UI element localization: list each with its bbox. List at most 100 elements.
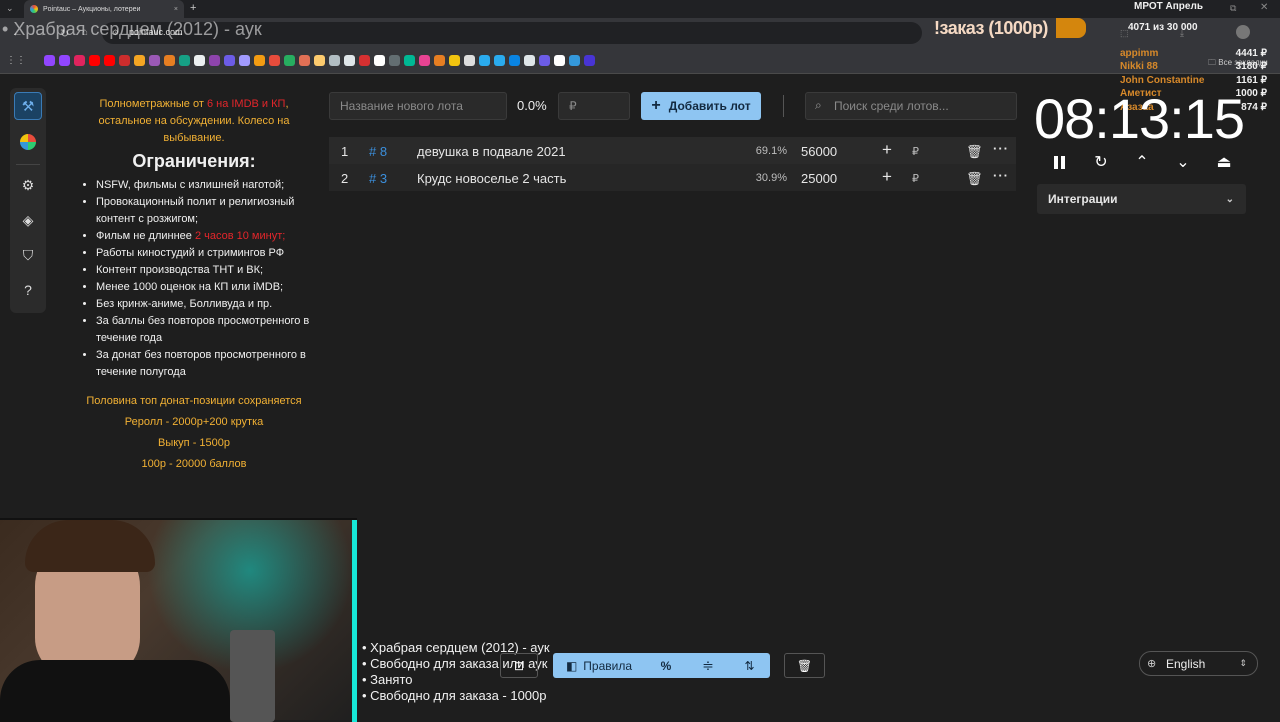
- restriction-item: За баллы без повторов просмотренного в т…: [96, 313, 310, 347]
- overlay-stream-title: • Храбрая сердцем (2012) - аук: [2, 19, 262, 39]
- rules-intro-prefix: Полнометражные от: [99, 98, 207, 110]
- restriction-text: За баллы без повторов просмотренного в т…: [96, 315, 310, 344]
- import-icon[interactable]: ⊡: [500, 653, 538, 678]
- lot-row[interactable]: 1 # 8 девушка в подвале 2021 69.1% 56000…: [329, 137, 1016, 164]
- donor-amount: 4441 ₽: [1235, 48, 1267, 59]
- rules-footer-line: 100р - 20000 баллов: [141, 458, 247, 470]
- add-lot-button[interactable]: + Добавить лот: [641, 92, 761, 120]
- bookmark-icon-12[interactable]: [314, 55, 325, 66]
- restriction-item: Контент производства ТНТ и ВК;: [96, 262, 310, 279]
- sidebar-divider: [16, 164, 40, 165]
- bookmark-b-icon[interactable]: [149, 55, 160, 66]
- bookmark-icon-17[interactable]: [389, 55, 400, 66]
- mail-bookmark-icon[interactable]: [134, 55, 145, 66]
- bookmark-icon-21[interactable]: [449, 55, 460, 66]
- bookmark-icon-6[interactable]: [224, 55, 235, 66]
- pause-icon[interactable]: [1047, 150, 1071, 174]
- double-time-icon[interactable]: ⏏: [1212, 150, 1236, 174]
- tab-title: Pointauc – Аукционы, лотереи: [43, 5, 141, 13]
- lot-percent: 30.9%: [755, 172, 787, 184]
- bookmark-icon-19[interactable]: [419, 55, 430, 66]
- more-options-icon[interactable]: ···: [993, 168, 1009, 183]
- reset-timer-icon[interactable]: ↻: [1089, 150, 1113, 174]
- toolbar-divider: [783, 95, 784, 117]
- new-tab-icon[interactable]: +: [190, 2, 196, 14]
- wheel-icon[interactable]: [14, 128, 42, 156]
- lot-amount[interactable]: 25000: [801, 171, 837, 186]
- restriction-text: За донат без повторов просмотренного в т…: [96, 349, 306, 378]
- restriction-highlight: 2 часов 10 минут;: [194, 230, 286, 242]
- bookmark-m-icon[interactable]: [164, 55, 175, 66]
- delete-lot-icon[interactable]: 🗑: [966, 144, 983, 160]
- new-lot-name-input[interactable]: Название нового лота: [329, 92, 507, 120]
- bookmark-icon-14[interactable]: [344, 55, 355, 66]
- bookmark-p-icon[interactable]: [554, 55, 565, 66]
- order-command-label: !заказ (1000р): [934, 18, 1048, 38]
- bookmark-icon-2[interactable]: [119, 55, 130, 66]
- decrease-time-icon[interactable]: ⌄: [1171, 150, 1195, 174]
- sort-icon[interactable]: ⇅: [729, 653, 770, 678]
- bookmark-icon-25[interactable]: [569, 55, 580, 66]
- delete-lot-icon[interactable]: 🗑: [966, 171, 983, 187]
- telegram-bookmark-icon[interactable]: [479, 55, 490, 66]
- window-close-icon[interactable]: ✕: [1260, 2, 1268, 13]
- tab-list-icon[interactable]: ⌄: [6, 3, 14, 14]
- bookmark-icon-20[interactable]: [434, 55, 445, 66]
- rules-button[interactable]: ◧ Правила: [553, 653, 645, 678]
- rules-heading: Ограничения:: [132, 151, 256, 171]
- bookmark-icon-4[interactable]: [194, 55, 205, 66]
- telegram-bookmark-icon-2[interactable]: [494, 55, 505, 66]
- bookmark-icon-9[interactable]: [269, 55, 280, 66]
- bookmark-icon-7[interactable]: [239, 55, 250, 66]
- bookmark-icon-5[interactable]: [209, 55, 220, 66]
- settings-gear-icon[interactable]: ⚙: [14, 171, 42, 199]
- bookmark-icon-18[interactable]: [404, 55, 415, 66]
- percent-toggle-button[interactable]: %: [645, 653, 687, 678]
- increase-time-icon[interactable]: ⌃: [1130, 150, 1154, 174]
- layers-icon[interactable]: ◈: [14, 206, 42, 234]
- clear-all-icon[interactable]: 🗑: [784, 653, 825, 678]
- restriction-item: Провокационный полит и религиозный конте…: [96, 194, 310, 228]
- bookmark-icon[interactable]: [74, 55, 85, 66]
- search-placeholder: Поиск среди лотов...: [834, 99, 949, 113]
- auction-hammer-icon[interactable]: ⚒: [14, 92, 42, 120]
- split-icon[interactable]: ≑: [687, 653, 729, 678]
- more-options-icon[interactable]: ···: [993, 141, 1009, 156]
- integrations-accordion[interactable]: Интеграции ⌄: [1037, 184, 1246, 214]
- browser-tab-active[interactable]: Pointauc – Аукционы, лотереи ×: [24, 0, 184, 18]
- bookmark-icon-11[interactable]: [299, 55, 310, 66]
- bookmark-icon-16[interactable]: [374, 55, 385, 66]
- rules-label: Правила: [583, 658, 633, 673]
- shield-icon[interactable]: ⛉: [14, 241, 42, 269]
- profile-avatar[interactable]: [1236, 25, 1250, 39]
- add-amount-icon[interactable]: +: [882, 140, 892, 160]
- bookmark-icon-8[interactable]: [254, 55, 265, 66]
- restriction-item: За донат без повторов просмотренного в т…: [96, 347, 310, 381]
- youtube-bookmark-icon-2[interactable]: [104, 55, 115, 66]
- lot-row[interactable]: 2 # 3 Крудс новоселье 2 часть 30.9% 2500…: [329, 164, 1016, 191]
- bookmark-y-icon[interactable]: [464, 55, 475, 66]
- bookmark-icon-22[interactable]: [509, 55, 520, 66]
- twitch-m-bookmark-icon[interactable]: [59, 55, 70, 66]
- new-lot-amount-input[interactable]: ₽: [558, 92, 630, 120]
- window-restore-icon[interactable]: ⧉: [1230, 3, 1236, 14]
- bookmark-icon-10[interactable]: [284, 55, 295, 66]
- bookmark-icon-24[interactable]: [539, 55, 550, 66]
- bookmark-icon-15[interactable]: [359, 55, 370, 66]
- bookmark-icon-26[interactable]: [584, 55, 595, 66]
- lot-amount[interactable]: 56000: [801, 144, 837, 159]
- lot-name[interactable]: Крудс новоселье 2 часть: [417, 171, 566, 186]
- twitch-bookmark-icon[interactable]: [44, 55, 55, 66]
- youtube-bookmark-icon[interactable]: [89, 55, 100, 66]
- language-select[interactable]: ⊕ English ⇕: [1139, 651, 1258, 676]
- lot-search-input[interactable]: ⌕ Поиск среди лотов...: [805, 92, 1017, 120]
- add-amount-icon[interactable]: +: [882, 167, 892, 187]
- apps-grid-icon[interactable]: ⋮⋮: [6, 55, 26, 66]
- tab-close-icon[interactable]: ×: [174, 6, 178, 13]
- bookmark-icon-3[interactable]: [179, 55, 190, 66]
- lot-name[interactable]: девушка в подвале 2021: [417, 144, 566, 159]
- bookmark-icon-23[interactable]: [524, 55, 535, 66]
- bookmark-icon-13[interactable]: [329, 55, 340, 66]
- help-icon[interactable]: ?: [14, 276, 42, 304]
- chevron-down-icon: ⌄: [1225, 193, 1234, 205]
